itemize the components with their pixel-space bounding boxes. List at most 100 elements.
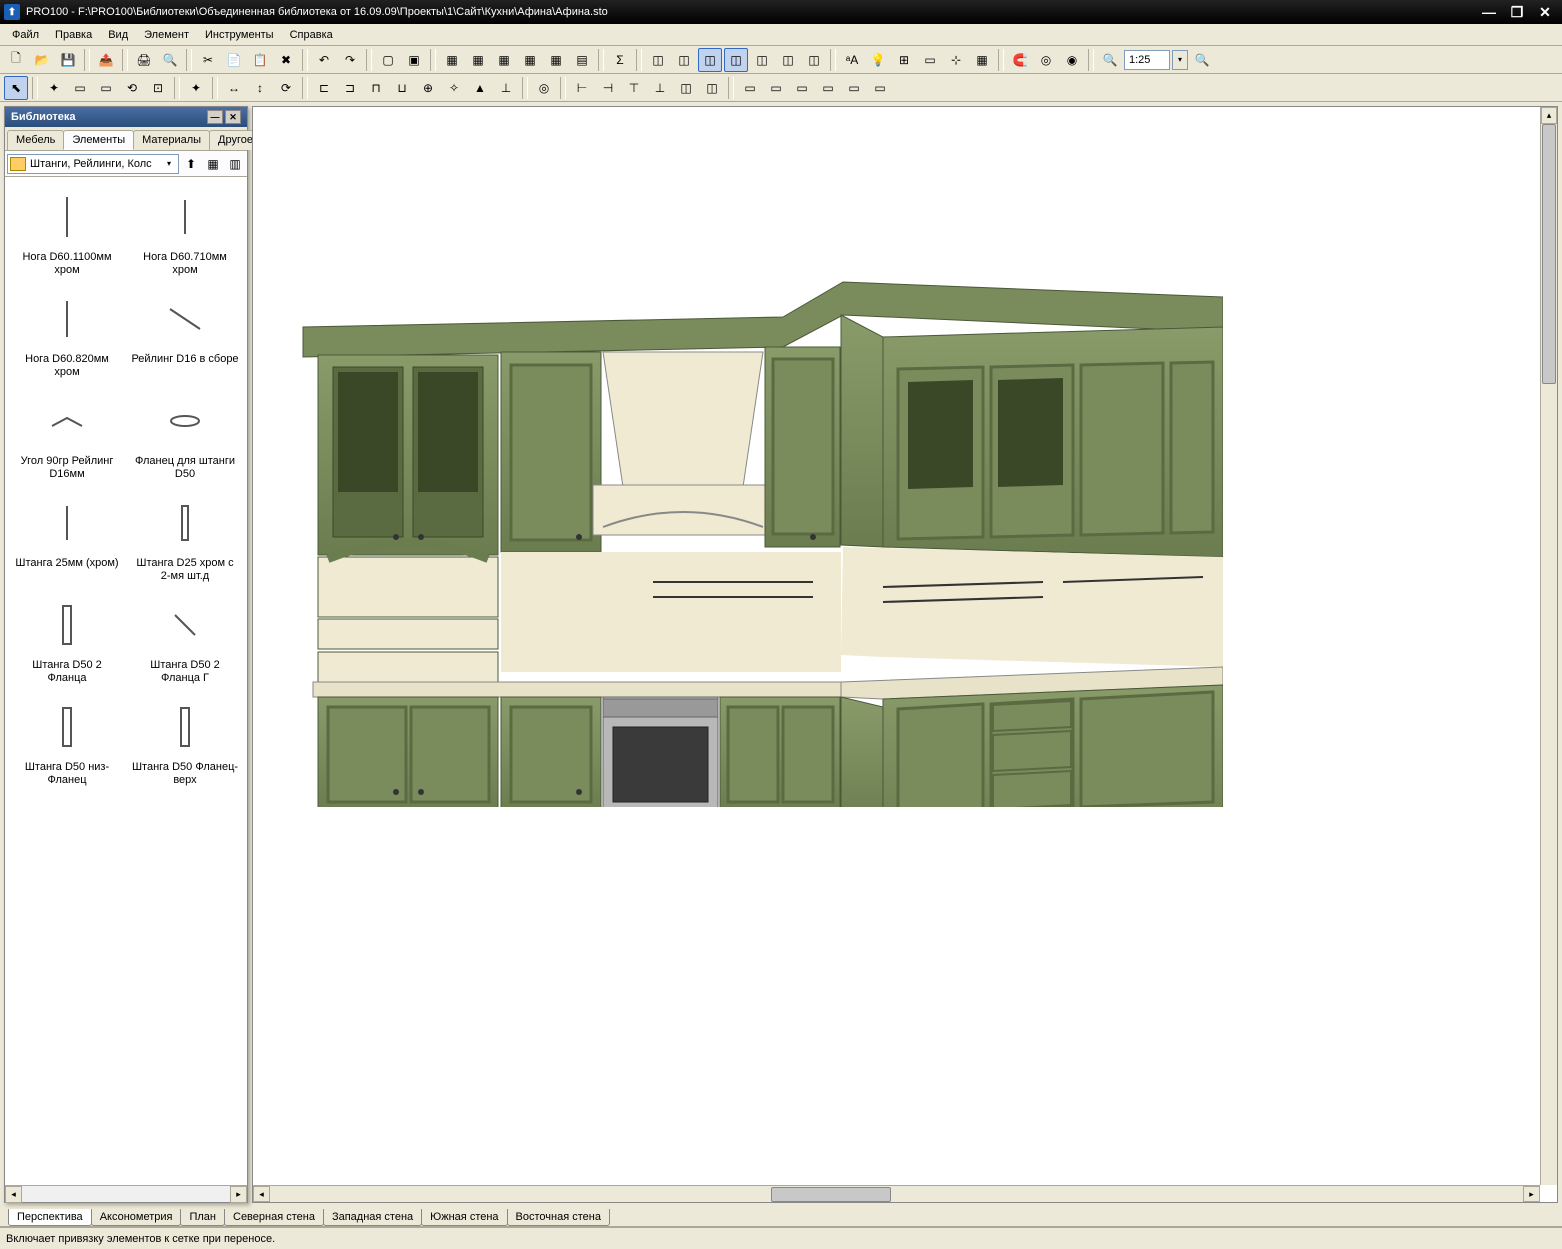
library-title[interactable]: Библиотека — ✕ [5, 107, 247, 127]
dim-icon[interactable]: ⊞ [892, 48, 916, 72]
preview-icon[interactable]: 🔍 [158, 48, 182, 72]
view3-icon[interactable]: ◫ [698, 48, 722, 72]
view6-icon[interactable]: ◫ [776, 48, 800, 72]
align6-icon[interactable]: ✧ [442, 76, 466, 100]
tool2-icon[interactable]: ▭ [68, 76, 92, 100]
menu-view[interactable]: Вид [100, 27, 136, 43]
tool5-icon[interactable]: ⊡ [146, 76, 170, 100]
panel2-icon[interactable]: ▦ [466, 48, 490, 72]
open-icon[interactable]: 📂 [30, 48, 54, 72]
library-item[interactable]: Штанга D50 Фланец-верх [127, 691, 243, 791]
undo-icon[interactable]: ↶ [312, 48, 336, 72]
tool4-icon[interactable]: ⟲ [120, 76, 144, 100]
panel4-icon[interactable]: ▦ [518, 48, 542, 72]
dim6-icon[interactable]: ◫ [700, 76, 724, 100]
new-window-icon[interactable]: ▣ [402, 48, 426, 72]
menu-file[interactable]: Файл [4, 27, 47, 43]
menu-element[interactable]: Элемент [136, 27, 197, 43]
scroll-right-icon[interactable]: ▸ [1523, 1186, 1540, 1202]
view1-icon[interactable]: ◫ [646, 48, 670, 72]
grp6-icon[interactable]: ▭ [868, 76, 892, 100]
move2-icon[interactable]: ↕ [248, 76, 272, 100]
move1-icon[interactable]: ↔ [222, 76, 246, 100]
horizontal-scrollbar[interactable]: ◂ ▸ [253, 1185, 1540, 1202]
library-item[interactable]: Нога D60.820мм хром [9, 283, 125, 383]
tab-east[interactable]: Восточная стена [507, 1209, 610, 1226]
snap2-icon[interactable]: ◎ [1034, 48, 1058, 72]
new-icon[interactable]: 🗋 [4, 48, 28, 72]
redo-icon[interactable]: ↷ [338, 48, 362, 72]
sum-icon[interactable]: Σ [608, 48, 632, 72]
align4-icon[interactable]: ⊔ [390, 76, 414, 100]
library-close-icon[interactable]: ✕ [225, 110, 241, 124]
library-hscroll[interactable]: ◂ ▸ [5, 1185, 247, 1202]
library-item[interactable]: Рейлинг D16 в сборе [127, 283, 243, 383]
up-folder-icon[interactable]: ⬆ [181, 154, 201, 174]
delete-icon[interactable]: ✖ [274, 48, 298, 72]
zoom-dropdown[interactable]: ▾ [1172, 50, 1188, 70]
price-icon[interactable]: ▤ [570, 48, 594, 72]
tab-axonometry[interactable]: Аксонометрия [91, 1209, 182, 1226]
library-item[interactable]: Нога D60.1100мм хром [9, 181, 125, 281]
grid-icon[interactable]: ▦ [970, 48, 994, 72]
grp1-icon[interactable]: ▭ [738, 76, 762, 100]
scroll-right-icon[interactable]: ▸ [230, 1186, 247, 1203]
tab-furniture[interactable]: Мебель [7, 130, 64, 150]
library-item[interactable]: Штанга 25мм (хром) [9, 487, 125, 587]
target-icon[interactable]: ◎ [532, 76, 556, 100]
view7-icon[interactable]: ◫ [802, 48, 826, 72]
close-button[interactable]: ✕ [1532, 3, 1558, 21]
vertical-scrollbar[interactable]: ▴ [1540, 107, 1557, 1185]
tool1-icon[interactable]: ✦ [42, 76, 66, 100]
zoom-input[interactable] [1124, 50, 1170, 70]
light-icon[interactable]: 💡 [866, 48, 890, 72]
select-icon[interactable]: ⬉ [4, 76, 28, 100]
label-icon[interactable]: ▭ [918, 48, 942, 72]
zoom-out-icon[interactable]: 🔍 [1098, 48, 1122, 72]
scroll-thumb[interactable] [771, 1187, 891, 1202]
library-item[interactable]: Штанга D25 хром с 2-мя шт.д [127, 487, 243, 587]
scroll-left-icon[interactable]: ◂ [5, 1186, 22, 1203]
tab-perspective[interactable]: Перспектива [8, 1209, 92, 1226]
scroll-up-icon[interactable]: ▴ [1541, 107, 1557, 124]
panel3-icon[interactable]: ▦ [492, 48, 516, 72]
view4-icon[interactable]: ◫ [724, 48, 748, 72]
grp3-icon[interactable]: ▭ [790, 76, 814, 100]
library-folder-combo[interactable]: Штанги, Рейлинги, Колс ▾ [7, 154, 179, 174]
text-icon[interactable]: ᵃA [840, 48, 864, 72]
grp4-icon[interactable]: ▭ [816, 76, 840, 100]
tab-materials[interactable]: Материалы [133, 130, 210, 150]
tool3-icon[interactable]: ▭ [94, 76, 118, 100]
menu-help[interactable]: Справка [282, 27, 341, 43]
view5-icon[interactable]: ◫ [750, 48, 774, 72]
menu-tools[interactable]: Инструменты [197, 27, 282, 43]
tab-north[interactable]: Северная стена [224, 1209, 324, 1226]
dim1-icon[interactable]: ⊢ [570, 76, 594, 100]
scroll-thumb[interactable] [1542, 124, 1556, 384]
export-icon[interactable]: 📤 [94, 48, 118, 72]
cut-icon[interactable]: ✂ [196, 48, 220, 72]
align1-icon[interactable]: ⊏ [312, 76, 336, 100]
flip-icon[interactable]: ⊥ [494, 76, 518, 100]
library-item[interactable]: Штанга D50 2 Фланца Г [127, 589, 243, 689]
dim2-icon[interactable]: ⊣ [596, 76, 620, 100]
align5-icon[interactable]: ⊕ [416, 76, 440, 100]
align3-icon[interactable]: ⊓ [364, 76, 388, 100]
panel1-icon[interactable]: ▦ [440, 48, 464, 72]
dim5-icon[interactable]: ◫ [674, 76, 698, 100]
panel5-icon[interactable]: ▦ [544, 48, 568, 72]
align2-icon[interactable]: ⊐ [338, 76, 362, 100]
copy-icon[interactable]: 📄 [222, 48, 246, 72]
library-minimize-icon[interactable]: — [207, 110, 223, 124]
grp5-icon[interactable]: ▭ [842, 76, 866, 100]
snap1-icon[interactable]: 🧲 [1008, 48, 1032, 72]
view-list-icon[interactable]: ▥ [225, 154, 245, 174]
library-item[interactable]: Фланец для штанги D50 [127, 385, 243, 485]
axes-icon[interactable]: ⊹ [944, 48, 968, 72]
mirror-icon[interactable]: ▲ [468, 76, 492, 100]
library-item[interactable]: Штанга D50 низ-Фланец [9, 691, 125, 791]
tab-west[interactable]: Западная стена [323, 1209, 422, 1226]
save-icon[interactable]: 💾 [56, 48, 80, 72]
grp2-icon[interactable]: ▭ [764, 76, 788, 100]
tab-south[interactable]: Южная стена [421, 1209, 507, 1226]
